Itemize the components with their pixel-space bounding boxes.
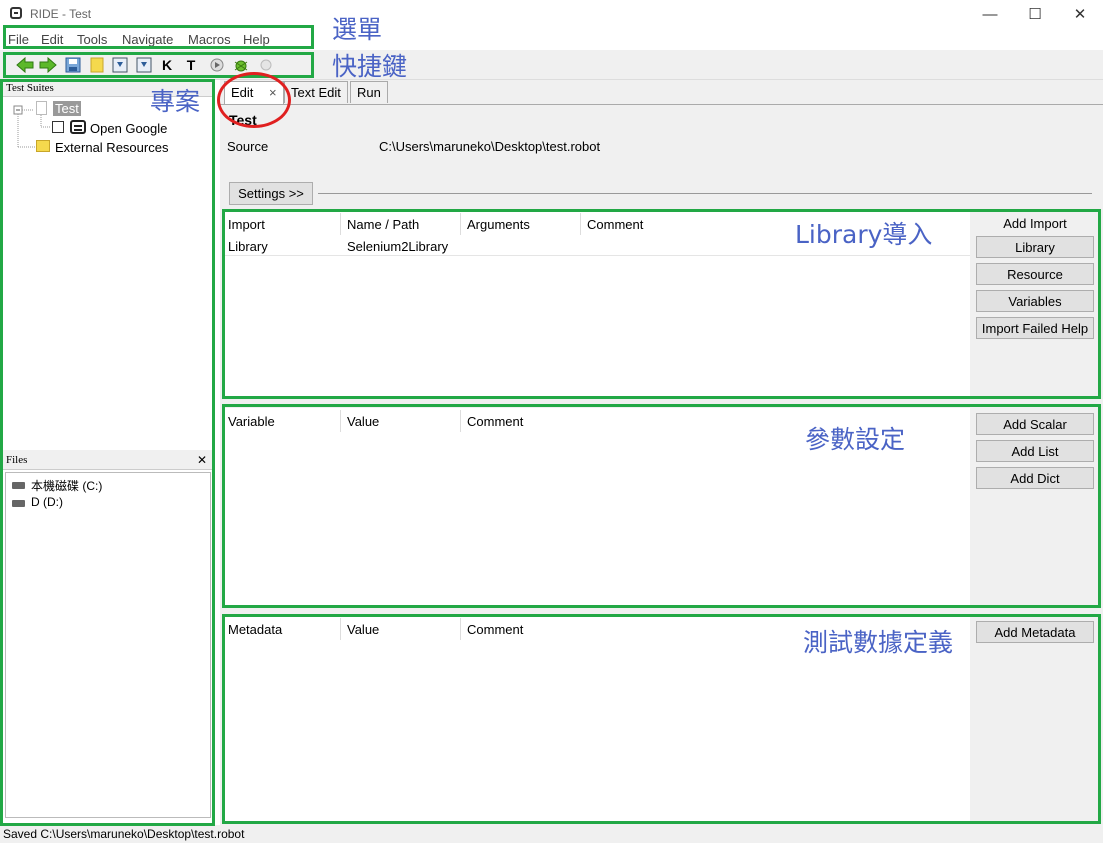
col-variable: Variable <box>228 414 275 429</box>
menu-tools[interactable]: Tools <box>77 32 107 47</box>
add-dict-button[interactable]: Add Dict <box>976 467 1094 489</box>
metadata-section: Metadata Value Comment Add Metadata <box>225 616 1100 822</box>
annotation-shortcuts: 快捷鍵 <box>332 52 408 81</box>
drive-icon <box>12 482 25 489</box>
minimize-button[interactable]: — <box>967 0 1013 28</box>
annotation-library-import: Library導入 <box>795 220 933 249</box>
search-tests-icon[interactable]: T <box>182 56 200 74</box>
drive-icon <box>12 500 25 507</box>
tab-text-edit[interactable]: Text Edit <box>284 81 348 103</box>
forward-arrow-icon[interactable] <box>39 56 57 74</box>
tree-external-resources[interactable]: External Resources <box>55 140 168 155</box>
menu-file[interactable]: File <box>8 32 29 47</box>
drive-d[interactable]: D (D:) <box>31 495 63 509</box>
annotation-variables: 參數設定 <box>805 425 906 454</box>
files-list: 本機磁碟 (C:) D (D:) <box>5 472 211 818</box>
col-value: Value <box>347 414 380 429</box>
menu-bar: File Edit Tools Navigate Macros Help <box>0 28 1103 50</box>
source-label: Source <box>227 139 269 154</box>
tab-divider <box>220 104 1103 105</box>
bug-icon[interactable] <box>232 56 250 74</box>
new-resource-icon[interactable] <box>135 56 153 74</box>
column-separator <box>340 618 341 640</box>
title-bar: RIDE - Test — ☐ ✕ <box>0 0 1103 28</box>
suite-file-icon <box>36 101 47 115</box>
files-panel: Files ✕ 本機磁碟 (C:) D (D:) <box>3 450 213 822</box>
files-title: Files <box>3 450 213 470</box>
test-suites-panel: Test Suites Test Open Google External Re… <box>3 80 213 445</box>
annotation-project: 專案 <box>150 87 201 116</box>
edit-tab-highlight-circle <box>217 72 291 128</box>
import-buttons: Add Import Library Resource Variables Im… <box>970 211 1100 398</box>
robot-icon <box>70 120 86 134</box>
column-separator <box>580 213 581 235</box>
testcase-t-label: T <box>186 57 196 73</box>
add-variables-button[interactable]: Variables <box>976 290 1094 312</box>
open-folder-icon[interactable] <box>88 56 106 74</box>
folder-icon <box>36 140 50 152</box>
imports-section: Import Name / Path Arguments Comment Lib… <box>225 211 1100 398</box>
col-arguments: Arguments <box>467 217 530 232</box>
ride-app-icon <box>10 7 22 19</box>
run-icon[interactable] <box>208 56 226 74</box>
column-separator <box>340 213 341 235</box>
import-name-cell[interactable]: Selenium2Library <box>347 239 448 254</box>
metadata-buttons: Add Metadata <box>970 616 1100 822</box>
tab-run[interactable]: Run <box>350 81 388 103</box>
settings-divider <box>318 193 1092 194</box>
menu-navigate[interactable]: Navigate <box>122 32 173 47</box>
menu-help[interactable]: Help <box>243 32 270 47</box>
close-window-button[interactable]: ✕ <box>1057 0 1103 28</box>
new-suite-icon[interactable] <box>111 56 129 74</box>
column-separator <box>460 213 461 235</box>
close-files-icon[interactable]: ✕ <box>197 453 207 467</box>
menu-edit[interactable]: Edit <box>41 32 63 47</box>
import-type-cell[interactable]: Library <box>228 239 268 254</box>
annotation-metadata: 測試數據定義 <box>803 628 954 657</box>
variables-section: Variable Value Comment Add Scalar Add Li… <box>225 408 1100 606</box>
search-keywords-icon[interactable]: K <box>158 56 176 74</box>
add-scalar-button[interactable]: Add Scalar <box>976 413 1094 435</box>
column-separator <box>460 618 461 640</box>
col-comment: Comment <box>467 414 524 429</box>
col-metadata: Metadata <box>228 622 283 637</box>
col-name-path: Name / Path <box>347 217 420 232</box>
keyword-k-label: K <box>161 57 173 73</box>
menu-macros[interactable]: Macros <box>188 32 231 47</box>
settings-button[interactable]: Settings >> <box>229 182 313 205</box>
col-comment: Comment <box>587 217 644 232</box>
add-metadata-button[interactable]: Add Metadata <box>976 621 1094 643</box>
col-value: Value <box>347 622 380 637</box>
column-separator <box>460 410 461 432</box>
annotation-menu: 選單 <box>332 15 383 44</box>
toolbar: K T <box>0 50 1103 80</box>
editor-area: Edit × Text Edit Run Test Source C:\User… <box>220 80 1103 825</box>
add-resource-button[interactable]: Resource <box>976 263 1094 285</box>
maximize-button[interactable]: ☐ <box>1012 0 1058 28</box>
status-bar: Saved C:\Users\maruneko\Desktop\test.rob… <box>0 825 1103 843</box>
test-case-checkbox[interactable] <box>52 121 64 133</box>
window-title: RIDE - Test <box>30 7 92 21</box>
variable-buttons: Add Scalar Add List Add Dict <box>970 408 1100 606</box>
save-icon[interactable] <box>64 56 82 74</box>
col-comment: Comment <box>467 622 524 637</box>
add-library-button[interactable]: Library <box>976 236 1094 258</box>
back-arrow-icon[interactable] <box>16 56 34 74</box>
source-path: C:\Users\maruneko\Desktop\test.robot <box>379 139 601 154</box>
col-import: Import <box>228 217 265 232</box>
add-import-label: Add Import <box>1003 216 1067 231</box>
import-failed-help-button[interactable]: Import Failed Help <box>976 317 1094 339</box>
tree-testcase-open-google[interactable]: Open Google <box>90 121 167 136</box>
stop-icon[interactable] <box>257 56 275 74</box>
column-separator <box>340 410 341 432</box>
add-list-button[interactable]: Add List <box>976 440 1094 462</box>
drive-c[interactable]: 本機磁碟 (C:) <box>31 477 102 494</box>
tree-suite-test[interactable]: Test <box>53 101 81 116</box>
